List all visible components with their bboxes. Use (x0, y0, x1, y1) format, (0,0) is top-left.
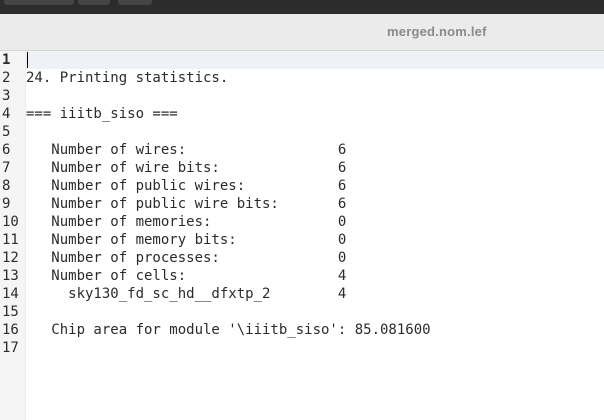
line-number: 12 (2, 250, 19, 266)
text-line: Number of processes: 0 (26, 250, 347, 266)
tab-bar: merged.nom.lef (0, 14, 604, 51)
line-number: 5 (2, 124, 11, 140)
line-number: 11 (2, 232, 19, 248)
line-number: 1 (2, 52, 11, 68)
current-line-highlight (26, 51, 604, 69)
line-number: 7 (2, 160, 11, 176)
text-line: Number of public wires: 6 (26, 178, 347, 194)
text-editor-window: merged.nom.lef 1 2 3 4 5 6 7 8 9 10 11 12 13 14 15 16 17… (0, 0, 604, 420)
line-number: 3 (2, 88, 11, 104)
text-line: Number of wire bits: 6 (26, 160, 347, 176)
editor-area[interactable]: 1 2 3 4 5 6 7 8 9 10 11 12 13 14 15 16 17 24. Printing s… (0, 51, 604, 420)
line-number: 14 (2, 286, 19, 302)
line-number: 6 (2, 142, 11, 158)
text-line: 24. Printing statistics. (26, 70, 229, 86)
toolbar-button[interactable] (78, 0, 110, 5)
text-line: Chip area for module '\iiitb_siso': 85.0… (26, 322, 431, 338)
text-line: Number of memories: 0 (26, 214, 347, 230)
text-line: Number of memory bits: 0 (26, 232, 347, 248)
document-tab-title[interactable]: merged.nom.lef (387, 24, 487, 39)
line-number: 9 (2, 196, 11, 212)
line-number: 8 (2, 178, 11, 194)
line-number: 15 (2, 304, 19, 320)
line-number: 17 (2, 340, 19, 356)
text-line: sky130_fd_sc_hd__dfxtp_2 4 (26, 286, 347, 302)
line-number-gutter: 1 2 3 4 5 6 7 8 9 10 11 12 13 14 15 16 17 (0, 51, 26, 420)
line-number: 4 (2, 106, 11, 122)
line-number: 16 (2, 322, 19, 338)
text-content[interactable]: 24. Printing statistics. === iiitb_siso =… (26, 51, 604, 420)
text-line: Number of cells: 4 (26, 268, 347, 284)
text-line: Number of public wire bits: 6 (26, 196, 347, 212)
text-cursor (27, 52, 28, 68)
line-number: 13 (2, 268, 19, 284)
line-number: 10 (2, 214, 19, 230)
text-line: Number of wires: 6 (26, 142, 347, 158)
toolbar-button[interactable] (4, 0, 74, 5)
line-number: 2 (2, 70, 11, 86)
top-panel (0, 0, 604, 14)
text-line: === iiitb_siso === (26, 106, 178, 122)
toolbar-button[interactable] (118, 0, 152, 5)
